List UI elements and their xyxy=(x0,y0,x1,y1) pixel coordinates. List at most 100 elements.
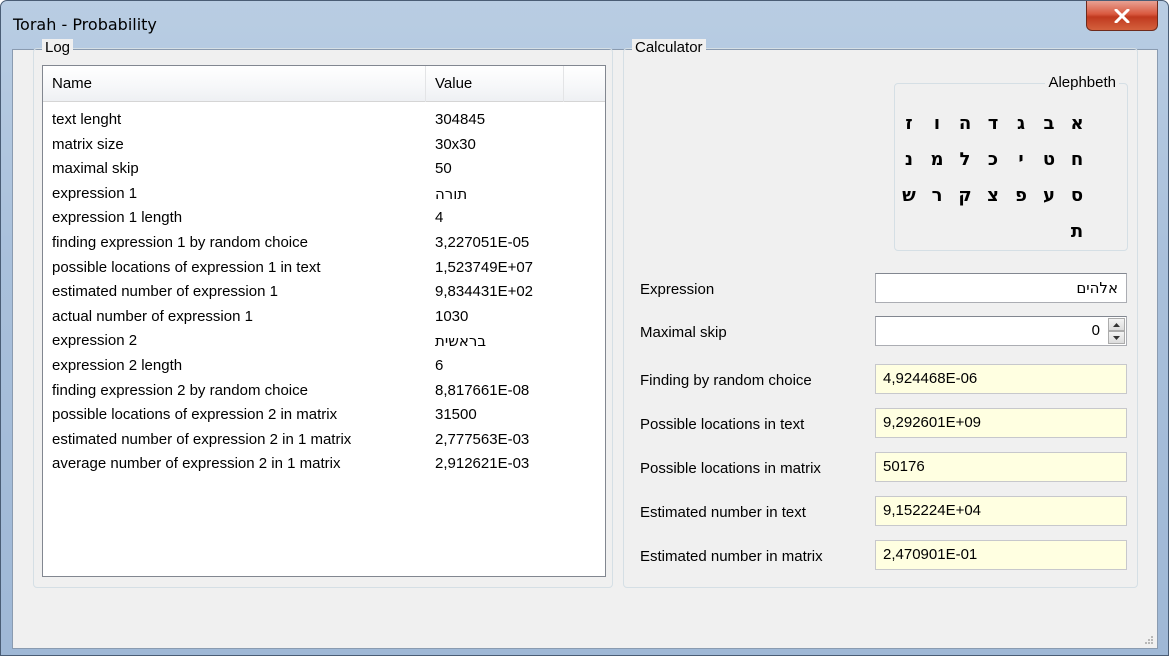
column-header-value[interactable]: Value xyxy=(426,66,564,102)
row-name: expression 2 length xyxy=(52,356,183,374)
letter-button[interactable]: ה xyxy=(951,106,979,142)
table-row[interactable]: possible locations of expression 1 in te… xyxy=(43,256,605,281)
locations-text-value: 9,292601E+09 xyxy=(875,408,1127,438)
arrow-down-icon xyxy=(1113,335,1120,340)
table-row[interactable]: expression 1 תורה xyxy=(43,182,605,207)
table-row[interactable]: finding expression 1 by random choice 3,2… xyxy=(43,231,605,256)
row-name: maximal skip xyxy=(52,160,139,178)
row-value: 9,834431E+02 xyxy=(435,283,534,301)
expression-input[interactable]: אלהים xyxy=(875,273,1127,303)
letter-button[interactable]: ט xyxy=(1035,142,1063,178)
table-row[interactable]: estimated number of expression 2 in 1 ma… xyxy=(43,428,605,453)
row-value: 6 xyxy=(435,356,444,374)
locations-text-label: Possible locations in text xyxy=(640,416,805,433)
row-value: 8,817661E-08 xyxy=(435,381,530,399)
spin-up-button[interactable] xyxy=(1108,318,1125,331)
log-list-header: Name Value xyxy=(43,66,605,102)
letter-button[interactable]: ש xyxy=(895,178,923,214)
row-value: תורה xyxy=(435,184,468,203)
finding-random-label: Finding by random choice xyxy=(640,372,812,389)
log-group-title: Log xyxy=(42,39,74,56)
row-name: estimated number of expression 1 xyxy=(52,283,278,301)
letter-button[interactable]: כ xyxy=(979,142,1007,178)
locations-matrix-value: 50176 xyxy=(875,452,1127,482)
row-value: 2,777563E-03 xyxy=(435,430,530,448)
letter-button[interactable]: א xyxy=(1063,106,1091,142)
maximal-skip-stepper[interactable]: 0 xyxy=(875,316,1127,346)
expression-label: Expression xyxy=(640,281,715,298)
estimated-matrix-value: 2,470901E-01 xyxy=(875,540,1127,570)
row-value: 50 xyxy=(435,160,452,178)
row-value: 304845 xyxy=(435,111,486,128)
alephbeth-group: Alephbeth אבגדהוז חטיכלמנ סעפצקרש ת xyxy=(894,74,1128,251)
window-title: Torah - Probability xyxy=(13,15,157,34)
alephbeth-title: Alephbeth xyxy=(1045,74,1119,91)
row-name: finding expression 1 by random choice xyxy=(52,233,308,251)
row-value: 1,523749E+07 xyxy=(435,258,534,276)
letter-button[interactable]: ג xyxy=(1007,106,1035,142)
row-name: possible locations of expression 1 in te… xyxy=(52,258,321,276)
row-name: possible locations of expression 2 in ma… xyxy=(52,406,338,424)
letter-button[interactable]: ע xyxy=(1035,178,1063,214)
locations-matrix-label: Possible locations in matrix xyxy=(640,460,821,477)
log-rows: text lenght 304845 matrix size 30x30 maximal… xyxy=(43,108,605,477)
row-name: finding expression 2 by random choice xyxy=(52,381,308,399)
resize-grip-icon[interactable] xyxy=(1142,633,1154,645)
spin-buttons xyxy=(1108,318,1125,344)
row-value: בראשית xyxy=(435,332,487,351)
letter-button[interactable]: ת xyxy=(1063,214,1091,250)
letter-button[interactable]: י xyxy=(1007,142,1035,178)
table-row[interactable]: possible locations of expression 2 in ma… xyxy=(43,403,605,428)
alephbeth-letters: אבגדהוז חטיכלמנ סעפצקרש ת xyxy=(895,106,1127,250)
row-name: expression 1 length xyxy=(52,209,183,227)
letter-button[interactable]: ח xyxy=(1063,142,1091,178)
estimated-text-label: Estimated number in text xyxy=(640,504,806,521)
app-window: Torah - Probability Log Name Value text … xyxy=(0,0,1169,656)
letter-button[interactable]: ב xyxy=(1035,106,1063,142)
letter-button[interactable]: צ xyxy=(979,178,1007,214)
row-name: actual number of expression 1 xyxy=(52,307,253,325)
table-row[interactable]: expression 2 בראשית xyxy=(43,329,605,354)
letter-button[interactable]: נ xyxy=(895,142,923,178)
row-value: 2,912621E-03 xyxy=(435,455,530,473)
letter-button[interactable]: ר xyxy=(923,178,951,214)
table-row[interactable]: average number of expression 2 in 1 matr… xyxy=(43,452,605,477)
letter-button[interactable]: ל xyxy=(951,142,979,178)
row-name: expression 2 xyxy=(52,332,138,350)
letter-button[interactable]: ו xyxy=(923,106,951,142)
table-row[interactable]: text lenght 304845 xyxy=(43,108,605,133)
finding-random-value: 4,924468E-06 xyxy=(875,364,1127,394)
row-name: matrix size xyxy=(52,135,124,153)
calculator-group: Calculator Alephbeth אבגדהוז חטיכלמנ סעפצק… xyxy=(623,39,1138,588)
table-row[interactable]: actual number of expression 1 1030 xyxy=(43,305,605,330)
arrow-up-icon xyxy=(1113,322,1120,327)
log-group: Log Name Value text lenght 304845 matrix s… xyxy=(33,39,613,588)
spin-down-button[interactable] xyxy=(1108,331,1125,344)
log-list[interactable]: Name Value text lenght 304845 matrix size 3… xyxy=(42,65,606,577)
row-value: 30x30 xyxy=(435,135,476,153)
row-value: 31500 xyxy=(435,406,477,424)
column-header-filler xyxy=(564,66,605,102)
table-row[interactable]: estimated number of expression 1 9,834431… xyxy=(43,280,605,305)
letter-button[interactable]: פ xyxy=(1007,178,1035,214)
table-row[interactable]: finding expression 2 by random choice 8,8… xyxy=(43,379,605,404)
maximal-skip-value: 0 xyxy=(1091,322,1100,339)
title-bar[interactable]: Torah - Probability xyxy=(1,1,1168,49)
close-icon xyxy=(1114,8,1130,23)
letter-button[interactable]: ז xyxy=(895,106,923,142)
table-row[interactable]: expression 1 length 4 xyxy=(43,206,605,231)
letter-button[interactable]: ק xyxy=(951,178,979,214)
table-row[interactable]: matrix size 30x30 xyxy=(43,133,605,158)
row-name: expression 1 xyxy=(52,184,138,202)
letter-button[interactable]: ד xyxy=(979,106,1007,142)
close-button[interactable] xyxy=(1086,1,1158,31)
maximal-skip-label: Maximal skip xyxy=(640,324,727,341)
row-name: text lenght xyxy=(52,111,122,128)
table-row[interactable]: expression 2 length 6 xyxy=(43,354,605,379)
letter-button[interactable]: ס xyxy=(1063,178,1091,214)
estimated-matrix-label: Estimated number in matrix xyxy=(640,548,823,565)
table-row[interactable]: maximal skip 50 xyxy=(43,157,605,182)
column-header-name[interactable]: Name xyxy=(43,66,426,102)
letter-button[interactable]: מ xyxy=(923,142,951,178)
estimated-text-value: 9,152224E+04 xyxy=(875,496,1127,526)
